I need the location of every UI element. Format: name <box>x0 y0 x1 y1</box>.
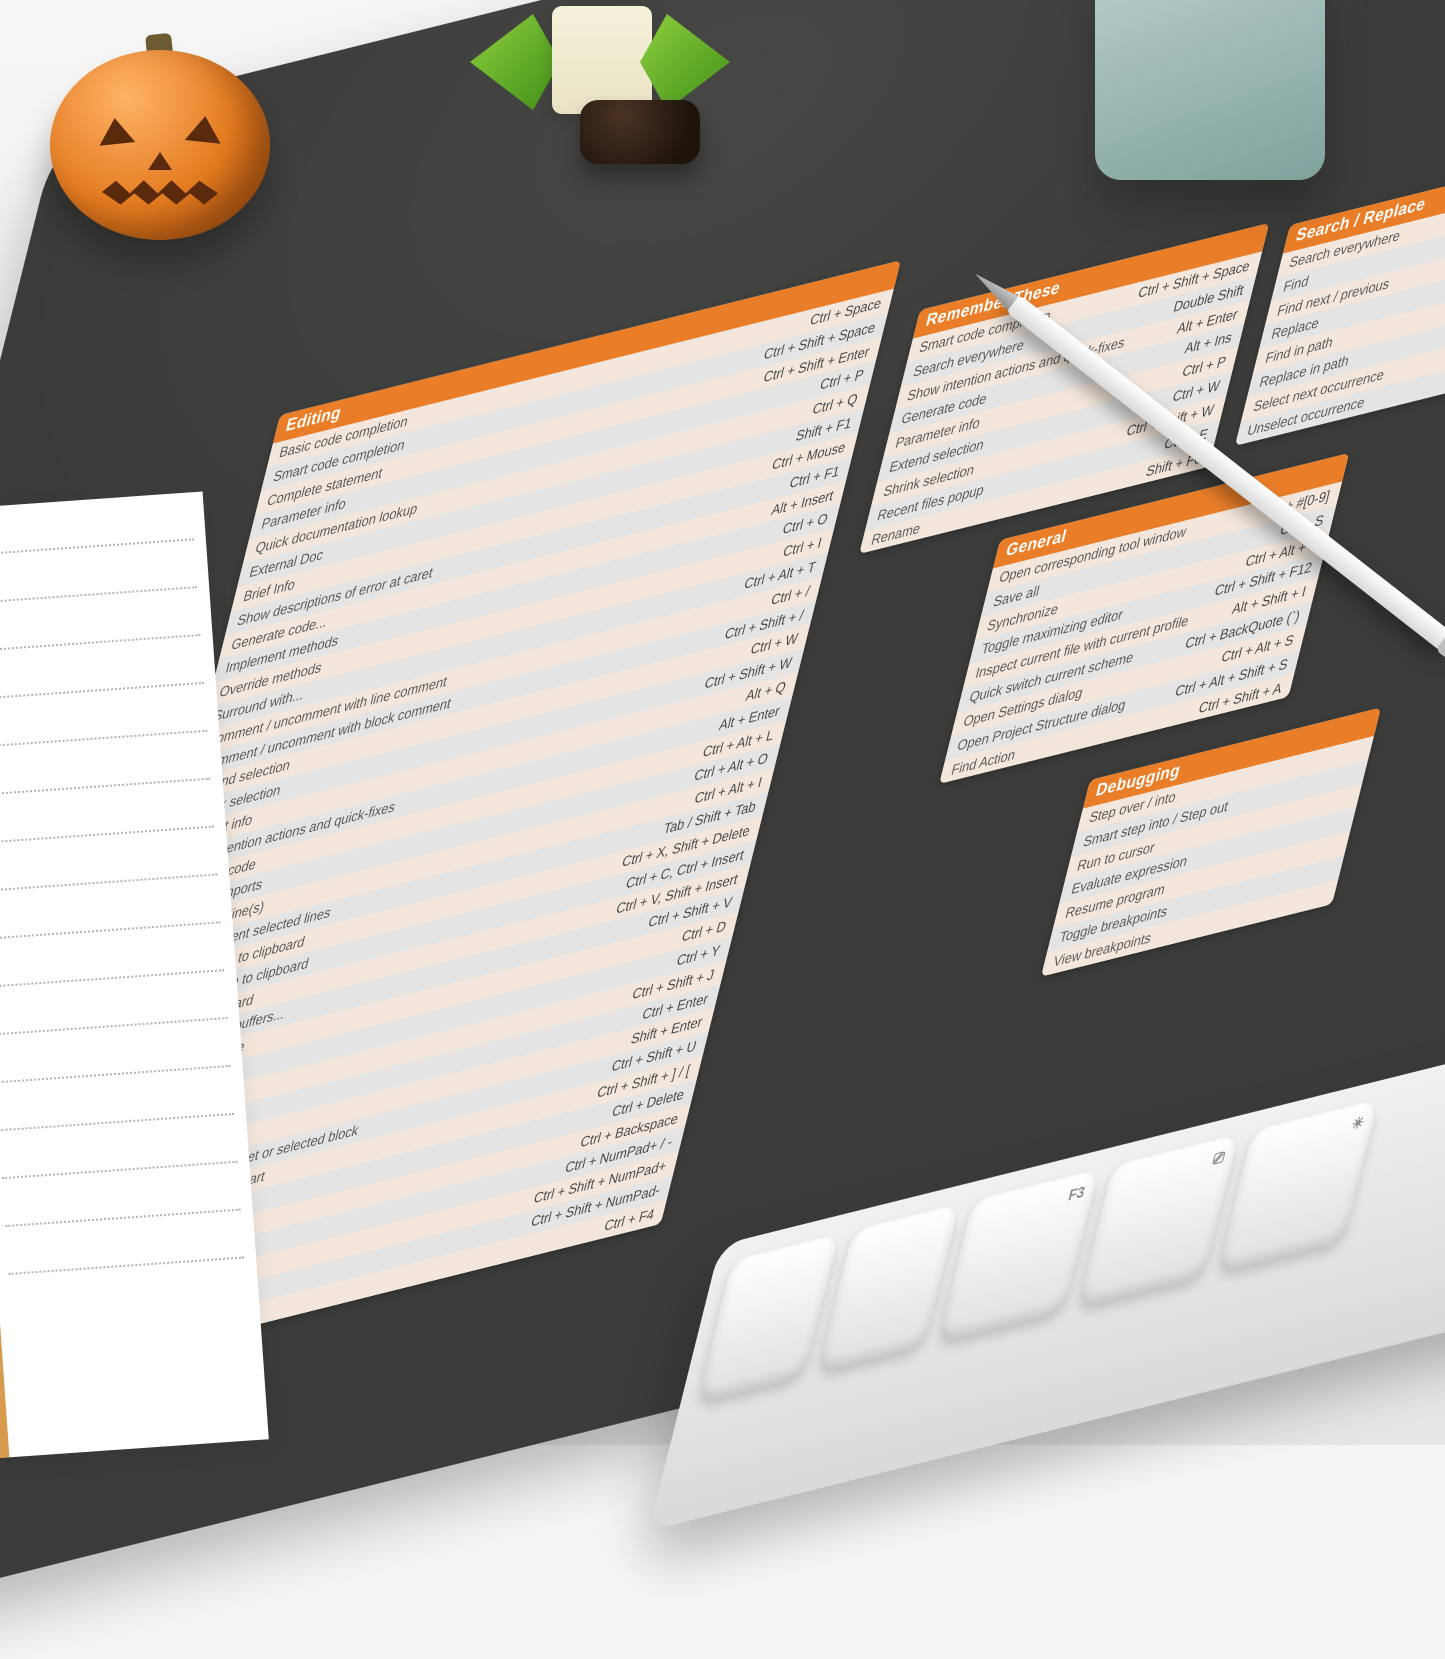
keyboard-key-mission[interactable]: ⎚ <box>1077 1134 1239 1308</box>
keyboard-key[interactable] <box>697 1234 839 1403</box>
candy-decoration <box>470 0 730 160</box>
keyboard-key[interactable] <box>817 1204 959 1373</box>
keyboard-key-brightness[interactable]: ☀ <box>1217 1099 1379 1273</box>
keyboard-key-f3[interactable]: F3 <box>938 1169 1100 1343</box>
pumpkin-decoration <box>50 40 270 240</box>
container-decoration <box>1095 0 1325 180</box>
